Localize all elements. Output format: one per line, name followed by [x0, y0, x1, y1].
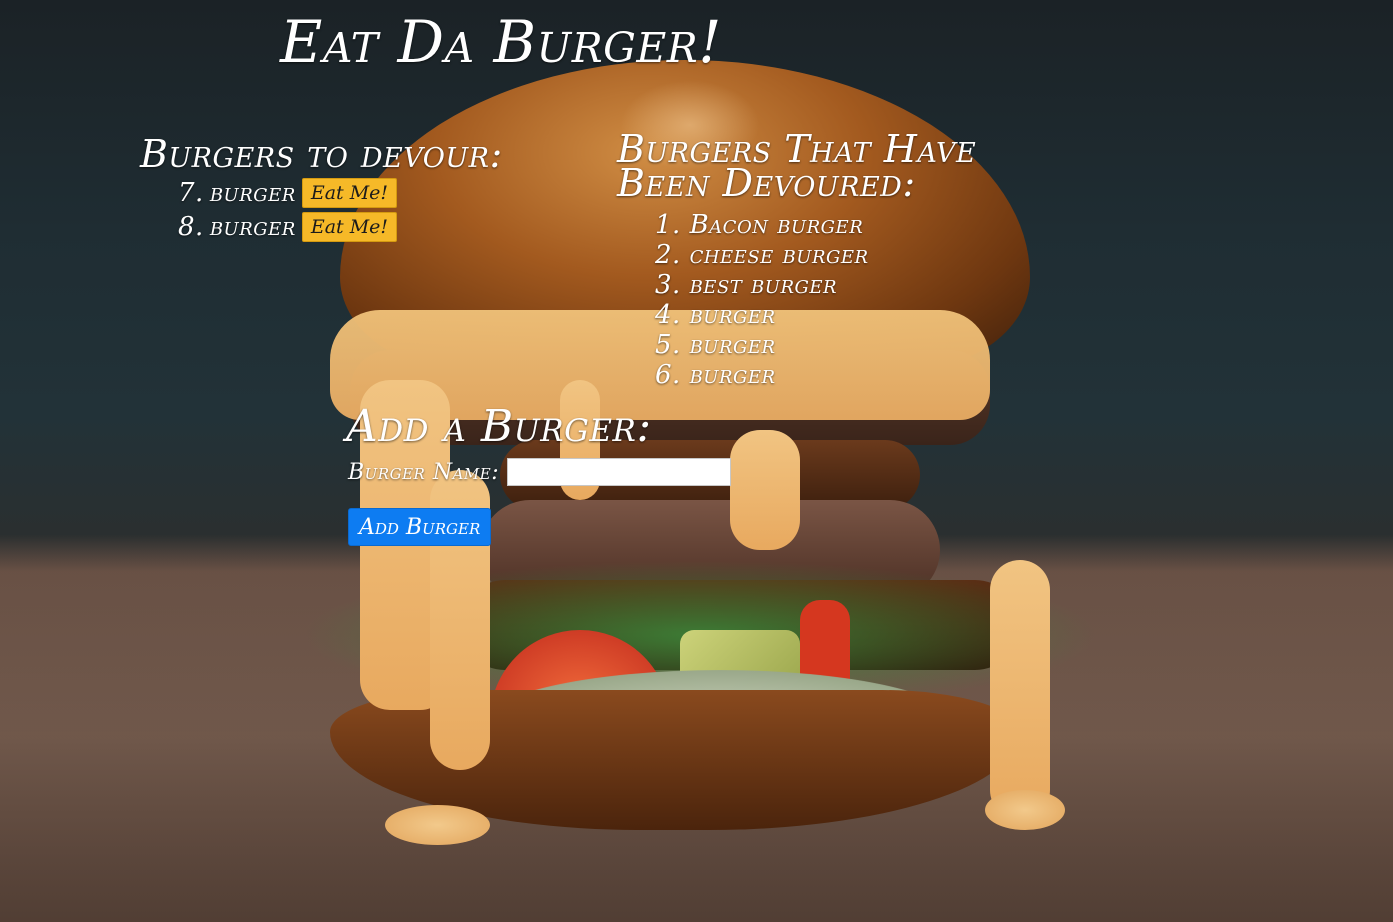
eat-me-button[interactable]: Eat Me! — [301, 178, 398, 208]
add-burger-form: Add a Burger: Burger Name: Add Burger — [346, 402, 786, 546]
devoured-section: Burgers That Have Been Devoured: 1. Baco… — [617, 127, 1037, 390]
list-item: 6. burger — [655, 360, 776, 390]
burger-name: burger — [209, 212, 296, 242]
list-item: 2. cheese burger — [655, 240, 869, 270]
devoured-list: 1. Bacon burger 2. cheese burger 3. best… — [617, 210, 1037, 390]
add-burger-heading: Add a Burger: — [346, 401, 652, 452]
item-number: 8. — [178, 212, 204, 242]
eat-me-button[interactable]: Eat Me! — [301, 212, 398, 242]
to-devour-list: 7. burger Eat Me! 8. burger Eat Me! — [140, 176, 580, 244]
page-title: Eat Da Burger! — [280, 8, 722, 76]
list-item: 5. burger — [655, 330, 776, 360]
item-number: 7. — [178, 178, 204, 208]
page-content: Eat Da Burger! Burgers to devour: 7. bur… — [0, 0, 1393, 922]
list-item: 7. burger Eat Me! — [140, 176, 580, 210]
list-item: 4. burger — [655, 300, 776, 330]
burger-name-input[interactable] — [507, 458, 732, 486]
add-burger-button[interactable]: Add Burger — [348, 508, 492, 546]
to-devour-section: Burgers to devour: 7. burger Eat Me! 8. … — [140, 132, 580, 244]
to-devour-heading: Burgers to devour: — [140, 132, 503, 176]
burger-name: burger — [209, 178, 296, 208]
burger-name-label: Burger Name: — [348, 459, 500, 485]
devoured-heading: Burgers That Have Been Devoured: — [617, 127, 977, 205]
list-item: 1. Bacon burger — [655, 210, 864, 240]
list-item: 3. best burger — [655, 270, 838, 300]
list-item: 8. burger Eat Me! — [140, 210, 580, 244]
burger-name-row: Burger Name: — [346, 456, 786, 488]
